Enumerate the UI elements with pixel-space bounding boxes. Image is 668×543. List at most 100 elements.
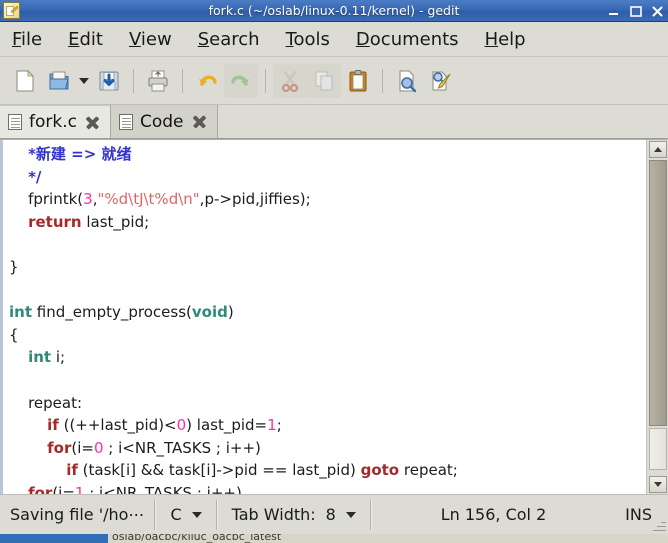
toolbar-separator-3: [265, 69, 266, 93]
chevron-down-icon: [346, 512, 356, 518]
code-token: [9, 168, 28, 186]
code-text-area[interactable]: *新建 => 就绪 */ fprintk(3,"%d\tJ\t%d\n",p->…: [0, 140, 646, 494]
document-icon: [8, 114, 22, 130]
menu-search-label: earch: [209, 29, 259, 50]
toolbar: [0, 57, 668, 105]
code-token-ty: int: [28, 348, 51, 366]
window-controls: [607, 0, 664, 22]
code-line: return last_pid;: [3, 211, 646, 234]
code-token: last_pid;: [82, 213, 150, 231]
code-token-k: if: [47, 416, 59, 434]
scrollbar-thumb[interactable]: [649, 160, 667, 426]
menu-edit[interactable]: Edit: [68, 29, 103, 50]
code-token: ;: [277, 416, 282, 434]
menu-search-mnemonic: S: [198, 29, 209, 50]
code-token-k: goto: [361, 461, 400, 479]
new-document-button[interactable]: [8, 64, 42, 98]
tab-fork-c[interactable]: fork.c: [0, 105, 111, 138]
code-line: */: [3, 166, 646, 189]
chevron-down-icon: [192, 512, 202, 518]
menu-documents[interactable]: Documents: [356, 29, 459, 50]
minimize-button[interactable]: [607, 5, 620, 18]
paste-button[interactable]: [341, 64, 375, 98]
redo-button[interactable]: [224, 64, 258, 98]
code-token: [9, 484, 28, 494]
editor-area: *新建 => 就绪 */ fprintk(3,"%d\tJ\t%d\n",p->…: [0, 139, 668, 494]
find-button[interactable]: [390, 64, 424, 98]
menu-file[interactable]: File: [12, 29, 42, 50]
code-token: ((++last_pid)<: [59, 416, 177, 434]
code-token-num: 1: [267, 416, 277, 434]
code-token-k: for: [28, 484, 52, 494]
scroll-up-button[interactable]: [649, 141, 667, 158]
code-token-st: "%d\tJ\t%d\n": [97, 190, 199, 208]
code-token: (i=: [52, 484, 75, 494]
tab-bar-filler: [218, 105, 668, 138]
menu-tools-label: ools: [294, 29, 330, 50]
language-selector[interactable]: C: [156, 495, 215, 535]
code-token-ty: void: [192, 303, 228, 321]
tab-width-selector[interactable]: Tab Width: 8: [218, 495, 370, 535]
code-line: fprintk(3,"%d\tJ\t%d\n",p->pid,jiffies);: [3, 188, 646, 211]
menu-file-mnemonic: F: [12, 29, 21, 50]
code-line: for(i=0 ; i<NR_TASKS ; i++): [3, 437, 646, 460]
code-token-num: 0: [94, 439, 104, 457]
taskbar-accent: [0, 534, 108, 543]
document-icon: [119, 114, 133, 130]
code-token-k: for: [47, 439, 71, 457]
gedit-window: fork.c (~/oslab/linux-0.11/kernel) - ged…: [0, 0, 668, 543]
open-dropdown-arrow[interactable]: [76, 64, 92, 98]
code-token: [9, 145, 28, 163]
vertical-scrollbar[interactable]: [646, 140, 668, 494]
code-token-num: 0: [177, 416, 187, 434]
menu-help[interactable]: Help: [485, 29, 526, 50]
tab-code-label: Code: [140, 112, 184, 132]
status-bar: Saving file '/ho⋯ C Tab Width: 8 Ln 156,…: [0, 494, 668, 534]
menu-help-label: elp: [498, 29, 526, 50]
code-token: ; i<NR_TASKS ; i++): [84, 484, 241, 494]
code-line: *新建 => 就绪: [3, 143, 646, 166]
undo-button[interactable]: [190, 64, 224, 98]
desktop-taskbar-behind: oslab/oacbc/kiiuc_oacbc_latest: [0, 534, 668, 543]
code-line: [3, 369, 646, 392]
code-token: find_empty_process(: [32, 303, 192, 321]
tab-code-close-icon[interactable]: [191, 113, 208, 130]
toolbar-separator-2: [182, 69, 183, 93]
window-title: fork.c (~/oslab/linux-0.11/kernel) - ged…: [0, 0, 668, 22]
menu-tools[interactable]: Tools: [286, 29, 330, 50]
code-token-num: 3: [83, 190, 93, 208]
code-line: [3, 279, 646, 302]
tab-code[interactable]: Code: [111, 105, 218, 138]
menu-file-label: ile: [21, 29, 42, 50]
code-line: if ((++last_pid)<0) last_pid=1;: [3, 414, 646, 437]
print-button[interactable]: [141, 64, 175, 98]
menu-bar: File Edit View Search Tools Documents He…: [0, 22, 668, 57]
menu-view-label: iew: [141, 29, 172, 50]
code-token-cm: */: [28, 168, 41, 186]
code-line: }: [3, 256, 646, 279]
tab-fork-c-close-icon[interactable]: [84, 114, 101, 131]
cursor-position: Ln 156, Col 2: [372, 495, 615, 535]
close-button[interactable]: [651, 5, 664, 18]
menu-edit-label: dit: [80, 29, 103, 50]
maximize-button[interactable]: [629, 5, 642, 18]
code-line: if (task[i] && task[i]->pid == last_pid)…: [3, 459, 646, 482]
cut-button[interactable]: [273, 64, 307, 98]
replace-button[interactable]: [424, 64, 458, 98]
scrollbar-trough-lower[interactable]: [649, 428, 667, 470]
taskbar-text: oslab/oacbc/kiiuc_oacbc_latest: [112, 534, 281, 543]
open-button[interactable]: [42, 64, 76, 98]
code-token: (i=: [71, 439, 94, 457]
menu-help-mnemonic: H: [485, 29, 499, 50]
menu-search[interactable]: Search: [198, 29, 260, 50]
scroll-down-button[interactable]: [649, 476, 667, 493]
menu-view[interactable]: View: [129, 29, 172, 50]
code-token: [9, 348, 28, 366]
insert-mode-indicator: INS: [615, 495, 668, 535]
toolbar-separator-1: [133, 69, 134, 93]
copy-button[interactable]: [307, 64, 341, 98]
code-token: (task[i] && task[i]->pid == last_pid): [78, 461, 361, 479]
save-button[interactable]: [92, 64, 126, 98]
code-token: ; i<NR_TASKS ; i++): [104, 439, 261, 457]
language-selector-label: C: [170, 505, 181, 524]
